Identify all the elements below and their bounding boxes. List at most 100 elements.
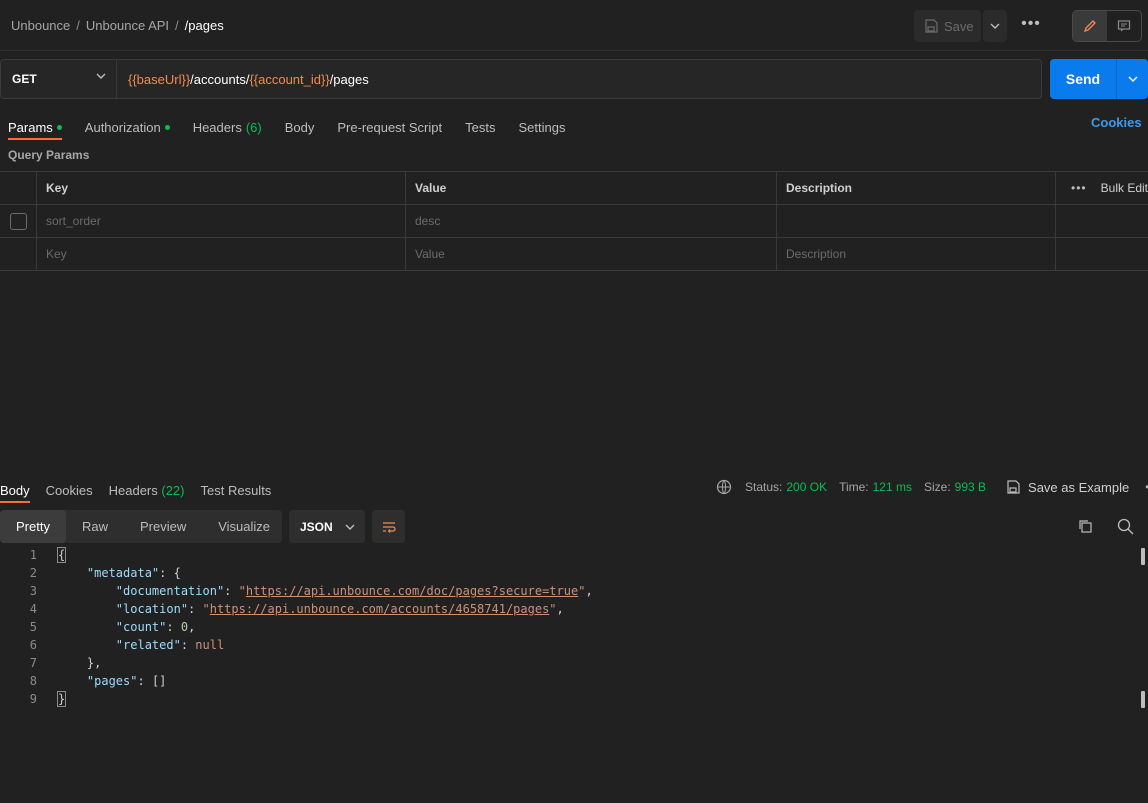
response-tabs: Body Cookies Headers (22) Test Results: [0, 478, 272, 503]
tab-authorization[interactable]: Authorization: [85, 115, 170, 139]
tab-response-headers[interactable]: Headers (22): [109, 478, 185, 502]
time-value[interactable]: 121 ms: [873, 480, 912, 494]
code-line: 3 "documentation": "https://api.unbounce…: [0, 582, 1140, 600]
json-key: "location": [115, 602, 189, 616]
breadcrumb: Unbounce / Unbounce API / /pages: [11, 18, 224, 33]
chevron-down-icon: [96, 73, 106, 79]
column-actions: ••• Bulk Edit: [1056, 172, 1148, 204]
param-description-cell[interactable]: [777, 205, 1056, 237]
more-actions-icon[interactable]: •••: [1019, 15, 1043, 35]
bulk-edit-button[interactable]: Bulk Edit: [1101, 181, 1148, 195]
comments-mode-button[interactable]: [1107, 11, 1141, 41]
breadcrumb-collection[interactable]: Unbounce API: [86, 18, 169, 33]
breadcrumb-separator: /: [76, 18, 80, 33]
line-number: 3: [29, 584, 37, 598]
tab-params[interactable]: Params: [8, 115, 62, 140]
breadcrumb-separator: /: [175, 18, 179, 33]
tab-body-label: Body: [284, 119, 315, 135]
table-row: sort_order desc: [0, 205, 1148, 238]
json-key: "count": [115, 620, 167, 634]
code-content: },: [58, 656, 102, 670]
tab-prerequest-script[interactable]: Pre-request Script: [337, 115, 442, 139]
code-content: "pages": []: [86, 674, 167, 688]
status-value[interactable]: 200 OK: [786, 480, 827, 494]
code-line: 4 "location": "https://api.unbounce.com/…: [0, 600, 1140, 618]
send-button[interactable]: Send: [1050, 59, 1148, 99]
code-content: "metadata": {: [86, 566, 181, 580]
view-visualize[interactable]: Visualize: [202, 510, 286, 543]
cookies-link[interactable]: Cookies: [1091, 115, 1142, 131]
chevron-down-icon: [345, 524, 355, 530]
save-options-button[interactable]: [983, 10, 1007, 42]
save-icon: [925, 19, 938, 33]
url-segment-pages: /pages: [329, 71, 369, 87]
line-number: 2: [29, 566, 37, 580]
new-value-input[interactable]: Value: [406, 238, 777, 270]
breadcrumb-workspace[interactable]: Unbounce: [11, 18, 70, 33]
json-link[interactable]: https://api.unbounce.com/accounts/465874…: [210, 602, 550, 616]
line-number: 8: [29, 674, 37, 688]
new-description-input[interactable]: Description: [777, 238, 1056, 270]
view-pretty[interactable]: Pretty: [0, 510, 66, 543]
save-label: Save: [944, 18, 974, 34]
code-line: 6 "related": null: [0, 636, 1140, 654]
code-line: 9 }: [0, 690, 1140, 708]
scrollbar-marker[interactable]: [1141, 691, 1145, 708]
send-options-button[interactable]: [1117, 76, 1148, 82]
wrap-lines-button[interactable]: [372, 510, 405, 543]
param-value-cell[interactable]: desc: [406, 205, 777, 237]
tab-response-cookies[interactable]: Cookies: [46, 478, 93, 502]
view-raw[interactable]: Raw: [66, 510, 124, 543]
scrollbar-marker[interactable]: [1141, 548, 1145, 565]
json-array: []: [151, 674, 167, 688]
response-view-toggle: Pretty Raw Preview Visualize: [0, 510, 282, 543]
save-button[interactable]: Save: [914, 10, 981, 42]
code-line: 1 {: [0, 546, 1140, 564]
tab-headers[interactable]: Headers (6): [193, 115, 262, 139]
json-null: null: [195, 638, 225, 652]
tab-body[interactable]: Body: [285, 115, 315, 139]
code-content: "location": "https://api.unbounce.com/ac…: [115, 602, 564, 616]
headers-count: (6): [245, 119, 262, 135]
save-as-example-button[interactable]: Save as Example: [1028, 480, 1129, 495]
response-body-viewer[interactable]: 1 { 2 "metadata": { 3 "documentation": "…: [0, 546, 1140, 708]
param-checkbox[interactable]: [9, 212, 27, 230]
search-icon[interactable]: [1117, 518, 1134, 538]
tab-tests[interactable]: Tests: [465, 115, 495, 139]
response-headers-count: (22): [161, 482, 185, 498]
pencil-icon: [1083, 20, 1096, 33]
tab-test-results[interactable]: Test Results: [201, 478, 272, 502]
code-line: 5 "count": 0,: [0, 618, 1140, 636]
line-number: 7: [29, 656, 37, 670]
json-link[interactable]: https://api.unbounce.com/doc/pages?secur…: [246, 584, 578, 598]
url-input[interactable]: {{baseUrl}} /accounts/ {{account_id}} /p…: [116, 59, 1042, 99]
line-number: 4: [29, 602, 37, 616]
code-line: 7 },: [0, 654, 1140, 672]
chevron-down-icon: [1128, 76, 1137, 82]
column-description: Description: [777, 172, 1056, 204]
tab-settings-label: Settings: [518, 119, 566, 135]
param-key-cell[interactable]: sort_order: [37, 205, 406, 237]
copy-icon[interactable]: [1077, 518, 1094, 538]
globe-icon[interactable]: [716, 479, 733, 496]
format-select[interactable]: JSON: [289, 510, 365, 543]
line-number: 6: [29, 638, 37, 652]
size-value[interactable]: 993 B: [955, 480, 986, 494]
url-segment-accounts: /accounts/: [190, 71, 250, 87]
more-options-icon[interactable]: •••: [1071, 181, 1087, 195]
edit-mode-button[interactable]: [1073, 11, 1107, 41]
request-tabs: Params Authorization Headers (6) Body Pre…: [8, 115, 565, 140]
url-variable-baseurl: {{baseUrl}}: [128, 71, 191, 87]
breadcrumb-request[interactable]: /pages: [185, 18, 224, 33]
modified-dot: [164, 124, 170, 130]
tab-response-body[interactable]: Body: [0, 478, 30, 503]
tab-tests-label: Tests: [465, 119, 496, 135]
view-preview[interactable]: Preview: [124, 510, 202, 543]
table-row-new: Key Value Description: [0, 238, 1148, 271]
size-label: Size:: [923, 480, 951, 494]
method-select[interactable]: GET: [0, 59, 116, 99]
response-meta: Status: 200 OK Time: 121 ms Size: 993 B …: [716, 478, 1148, 496]
tab-settings[interactable]: Settings: [518, 115, 565, 139]
query-params-title: Query Params: [8, 148, 90, 162]
new-key-input[interactable]: Key: [37, 238, 406, 270]
